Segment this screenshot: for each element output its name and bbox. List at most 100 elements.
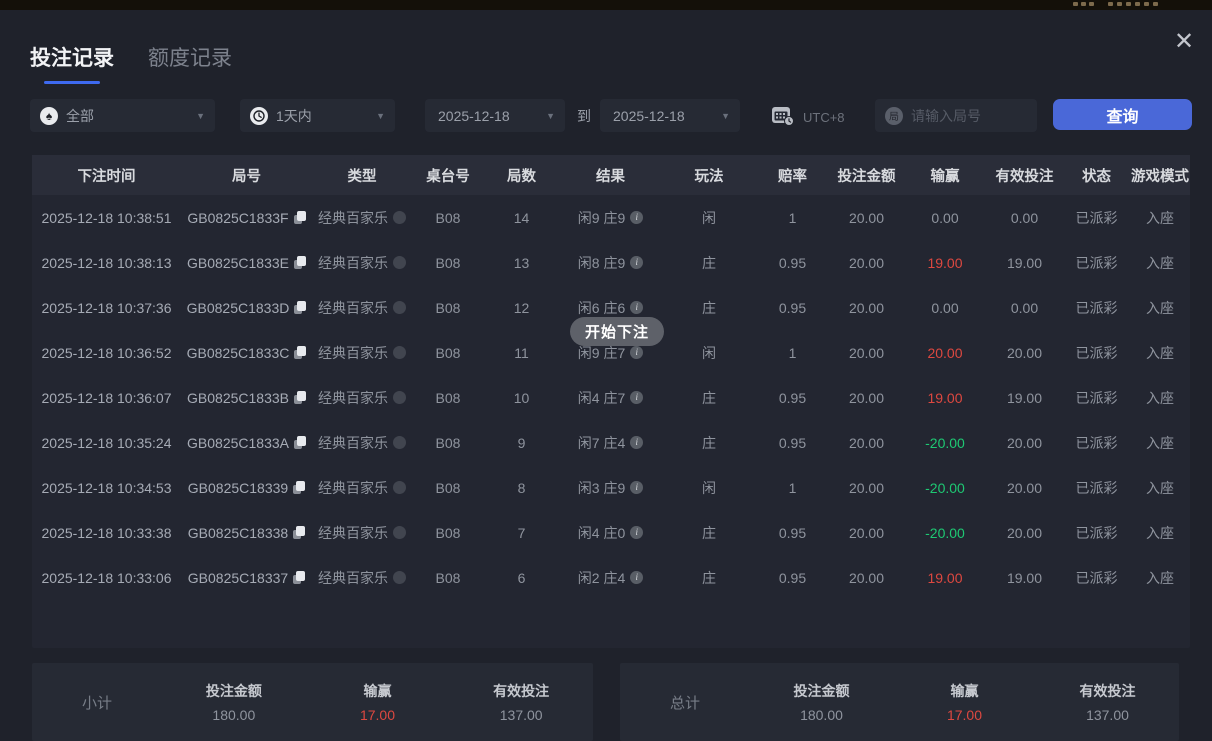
total-bet-value: 180.00 xyxy=(800,707,843,723)
cell-table: B08 xyxy=(412,570,484,586)
search-button[interactable]: 查询 xyxy=(1053,99,1192,130)
cell-play-text: 闲 xyxy=(702,344,716,361)
copy-icon[interactable] xyxy=(293,481,306,494)
cell-games: 7 xyxy=(484,525,559,541)
info-icon[interactable]: i xyxy=(630,391,644,404)
col-type: 类型 xyxy=(347,168,377,185)
total-bet-amount: 投注金额 180.00 xyxy=(750,681,893,723)
toast-start-betting: 开始下注 xyxy=(570,317,665,346)
cell-play-text: 庄 xyxy=(702,254,716,271)
copy-icon[interactable] xyxy=(293,256,306,269)
cell-valid-text: 0.00 xyxy=(1010,209,1039,226)
table-row: 2025-12-18 10:35:24 GB0825C1833A 经典百家乐 B08 9… xyxy=(32,420,1190,465)
cell-status: 已派彩 xyxy=(1063,253,1130,273)
cell-odds: 0.95 xyxy=(756,390,829,406)
cell-winloss: -20.00 xyxy=(904,525,986,541)
time-range-select[interactable]: 1天内 ▼ xyxy=(240,99,395,132)
subtotal-panel: 小计 投注金额 180.00 输赢 17.00 有效投注 137.00 xyxy=(32,663,593,741)
info-icon[interactable]: i xyxy=(630,436,644,449)
total-panel: 总计 投注金额 180.00 输赢 17.00 有效投注 137.00 xyxy=(620,663,1179,741)
cell-round-text: GB0825C18338 xyxy=(187,524,289,541)
info-icon[interactable]: i xyxy=(630,481,644,494)
info-icon[interactable]: i xyxy=(630,211,644,224)
cell-table: B08 xyxy=(412,435,484,451)
tab-bet-records[interactable]: 投注记录 xyxy=(30,42,114,82)
cell-play-text: 庄 xyxy=(702,389,716,406)
cell-winloss-text: 19.00 xyxy=(927,254,963,271)
copy-icon[interactable] xyxy=(293,436,306,449)
copy-icon[interactable] xyxy=(293,211,306,224)
chevron-down-icon: ▼ xyxy=(196,110,205,121)
game-type-select[interactable]: ♠ 全部 ▼ xyxy=(30,99,215,132)
copy-icon[interactable] xyxy=(293,391,306,404)
cell-play-text: 庄 xyxy=(702,569,716,586)
chip-dot xyxy=(1117,2,1122,6)
cell-games-text: 13 xyxy=(513,254,530,271)
info-icon[interactable]: i xyxy=(630,526,644,539)
round-search-input[interactable]: 局 请输入局号 xyxy=(875,99,1037,132)
cell-table-text: B08 xyxy=(435,254,461,271)
info-icon[interactable]: i xyxy=(630,256,644,269)
cell-odds-text: 1 xyxy=(788,209,797,226)
col-bet-time: 下注时间 xyxy=(77,168,136,185)
col-status: 状态 xyxy=(1082,168,1111,185)
cell-winloss-text: 0.00 xyxy=(931,209,959,226)
cell-time: 2025-12-18 10:37:36 xyxy=(32,300,181,316)
cell-games-text: 11 xyxy=(514,344,529,361)
cell-play: 庄 xyxy=(662,523,756,543)
tab-quota-records[interactable]: 额度记录 xyxy=(148,42,232,82)
cell-winloss: 19.00 xyxy=(904,255,986,271)
col-bet-amount: 投注金额 xyxy=(837,168,896,185)
cell-status-text: 已派彩 xyxy=(1075,344,1118,361)
cell-type: 经典百家乐 xyxy=(312,433,412,453)
cell-status-text: 已派彩 xyxy=(1075,209,1118,226)
cell-result-text: 闲9 庄9 xyxy=(577,209,626,226)
cell-round-text: GB0825C18339 xyxy=(187,479,289,496)
cell-time-text: 2025-12-18 10:36:52 xyxy=(41,344,172,361)
cell-play-text: 庄 xyxy=(702,299,716,316)
cell-odds: 1 xyxy=(756,480,829,496)
info-icon[interactable]: i xyxy=(630,571,644,584)
date-to-select[interactable]: 2025-12-18 ▼ xyxy=(600,99,740,132)
cell-odds-text: 0.95 xyxy=(778,524,807,541)
calendar-clock-icon xyxy=(770,103,795,132)
cell-valid-text: 0.00 xyxy=(1010,299,1039,316)
cell-result: 闲2 庄4 i xyxy=(559,568,662,588)
copy-icon[interactable] xyxy=(294,301,307,314)
cell-bet-text: 20.00 xyxy=(848,209,885,226)
info-icon[interactable]: i xyxy=(630,346,644,359)
round-icon: 局 xyxy=(885,106,903,125)
subtotal-label: 小计 xyxy=(81,694,112,712)
close-icon[interactable]: ✕ xyxy=(1170,28,1198,56)
cell-winloss-text: -20.00 xyxy=(925,524,965,541)
cell-type-text: 经典百家乐 xyxy=(318,434,388,451)
cell-type: 经典百家乐 xyxy=(312,523,412,543)
cell-bet-text: 20.00 xyxy=(848,344,885,361)
table-row: 2025-12-18 10:34:53 GB0825C18339 经典百家乐 B08 8… xyxy=(32,465,1190,510)
cell-games-text: 7 xyxy=(517,524,526,541)
date-from-select[interactable]: 2025-12-18 ▼ xyxy=(425,99,565,132)
col-result: 结果 xyxy=(596,168,625,185)
cell-table-text: B08 xyxy=(435,344,461,361)
cell-type: 经典百家乐 xyxy=(312,253,412,273)
time-range-value: 1天内 xyxy=(276,107,312,124)
cell-type: 经典百家乐 xyxy=(312,298,412,318)
cell-games-text: 10 xyxy=(513,389,530,406)
col-valid-bet: 有效投注 xyxy=(995,168,1054,185)
copy-icon[interactable] xyxy=(294,346,307,359)
copy-icon[interactable] xyxy=(293,571,306,584)
cell-status-text: 已派彩 xyxy=(1075,569,1118,586)
total-valid-bet: 有效投注 137.00 xyxy=(1036,681,1179,723)
cell-result-text: 闲6 庄6 xyxy=(577,299,626,316)
cell-round-text: GB0825C1833B xyxy=(187,389,289,406)
cell-round: GB0825C1833F xyxy=(181,210,312,226)
cell-games-text: 12 xyxy=(513,299,530,316)
cell-odds-text: 0.95 xyxy=(778,254,807,271)
cell-table-text: B08 xyxy=(435,434,461,451)
info-icon[interactable]: i xyxy=(630,301,644,314)
copy-icon[interactable] xyxy=(293,526,306,539)
cell-odds-text: 0.95 xyxy=(778,434,807,451)
col-table-no: 桌台号 xyxy=(426,168,470,185)
chip-dot xyxy=(1073,2,1078,6)
cell-odds: 0.95 xyxy=(756,525,829,541)
